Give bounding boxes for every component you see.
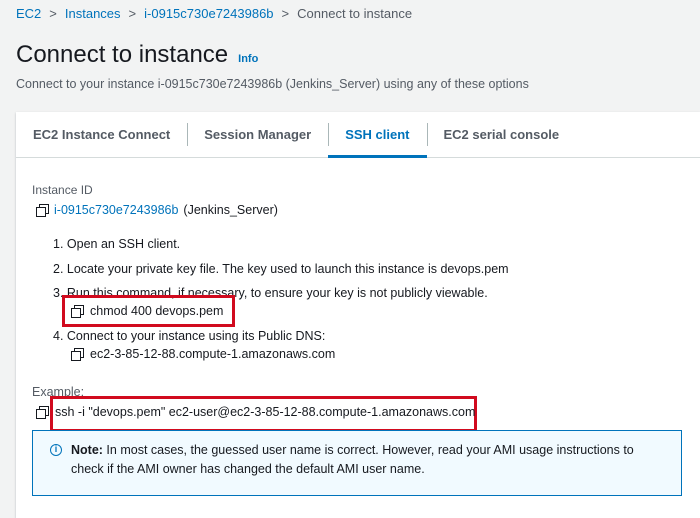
instance-id-label: Instance ID <box>32 183 93 197</box>
example-command-row: ssh -i "devops.pem" ec2-user@ec2-3-85-12… <box>36 405 475 419</box>
breadcrumb-instances[interactable]: Instances <box>65 6 121 21</box>
note-alert: i Note: In most cases, the guessed user … <box>32 430 682 496</box>
chevron-right-icon: > <box>281 6 290 21</box>
page-subtitle: Connect to your instance i-0915c730e7243… <box>16 77 529 91</box>
tab-session-manager[interactable]: Session Manager <box>187 112 328 157</box>
step-4: 4. Connect to your instance using its Pu… <box>53 329 326 343</box>
copy-icon[interactable] <box>36 203 49 217</box>
page-header: Connect to instance Info <box>16 41 258 69</box>
instance-id-link[interactable]: i-0915c730e7243986b <box>54 203 178 217</box>
connect-panel: EC2 Instance Connect Session Manager SSH… <box>16 112 700 518</box>
breadcrumb: EC2 > Instances > i-0915c730e7243986b > … <box>16 6 412 21</box>
copy-icon[interactable] <box>71 347 84 361</box>
breadcrumb-ec2[interactable]: EC2 <box>16 6 41 21</box>
step-1: 1. Open an SSH client. <box>53 237 181 251</box>
info-icon: i <box>50 444 62 456</box>
tab-ec2-serial-console[interactable]: EC2 serial console <box>426 112 577 157</box>
note-label: Note: <box>71 443 103 457</box>
public-dns-row: ec2-3-85-12-88.compute-1.amazonaws.com <box>71 347 335 361</box>
chevron-right-icon: > <box>128 6 137 21</box>
chevron-right-icon: > <box>49 6 57 21</box>
chmod-command: chmod 400 devops.pem <box>90 304 224 318</box>
example-command: ssh -i "devops.pem" ec2-user@ec2-3-85-12… <box>55 405 476 419</box>
page-title: Connect to instance <box>16 41 229 68</box>
public-dns: ec2-3-85-12-88.compute-1.amazonaws.com <box>90 347 336 361</box>
step-2: 2. Locate your private key file. The key… <box>53 262 509 276</box>
breadcrumb-current: Connect to instance <box>297 6 413 21</box>
note-text: In most cases, the guessed user name is … <box>71 443 634 476</box>
tab-ssh-client[interactable]: SSH client <box>328 112 427 158</box>
chmod-command-row: chmod 400 devops.pem <box>71 304 223 318</box>
copy-icon[interactable] <box>71 304 84 318</box>
info-link[interactable]: Info <box>238 53 258 65</box>
tab-ec2-instance-connect[interactable]: EC2 Instance Connect <box>16 112 187 157</box>
breadcrumb-instance-id[interactable]: i-0915c730e7243986b <box>144 6 273 21</box>
instance-name: (Jenkins_Server) <box>183 203 278 217</box>
copy-icon[interactable] <box>36 405 49 419</box>
instance-id-row: i-0915c730e7243986b (Jenkins_Server) <box>36 203 278 217</box>
tab-bar: EC2 Instance Connect Session Manager SSH… <box>16 112 700 158</box>
